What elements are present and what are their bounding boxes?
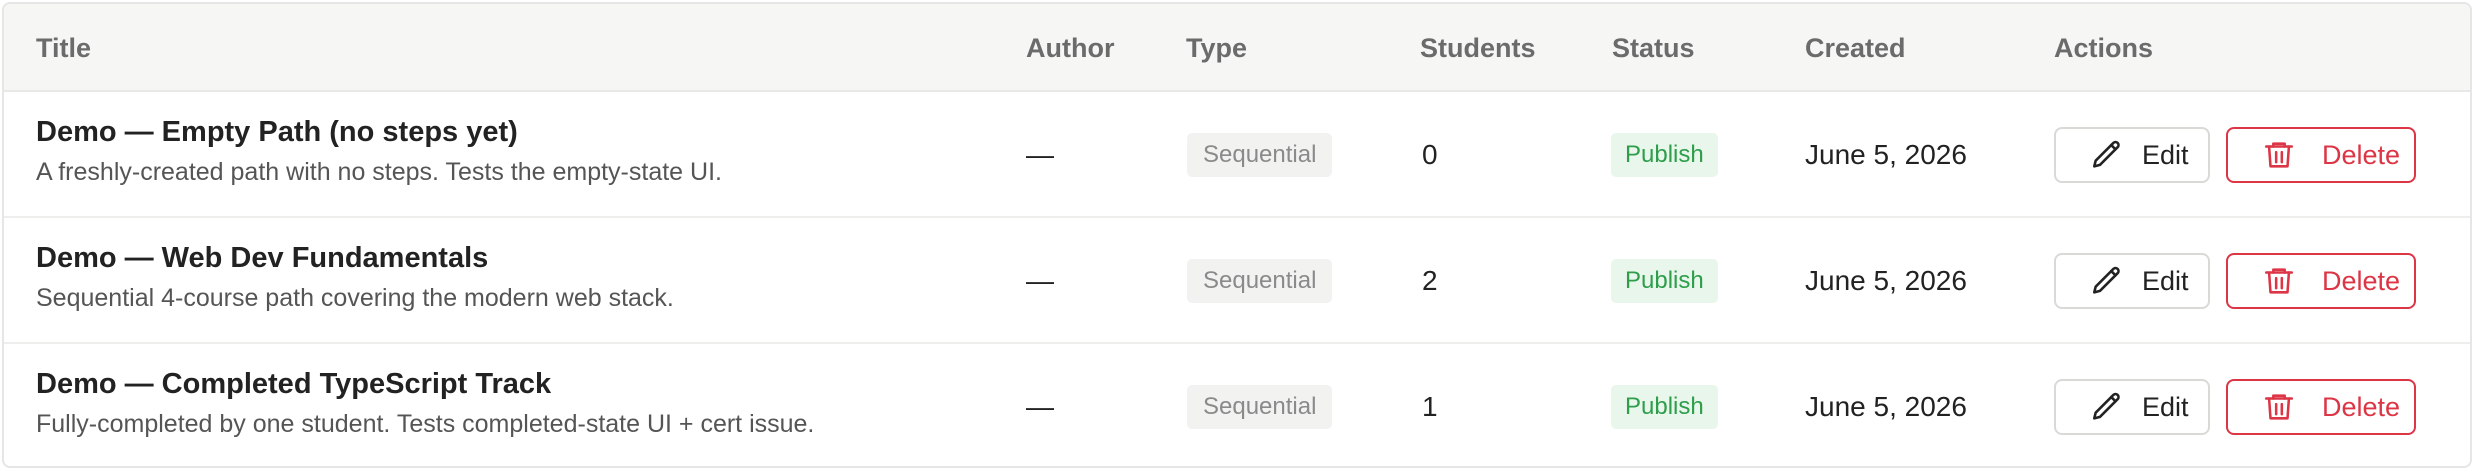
students-count: 2 xyxy=(1422,265,1438,296)
table-row: Demo — Empty Path (no steps yet) A fresh… xyxy=(4,92,2470,218)
trash-icon xyxy=(2262,390,2296,424)
delete-button[interactable]: Delete xyxy=(2226,253,2416,309)
column-header-created: Created xyxy=(1805,33,1906,63)
author-value: — xyxy=(1026,265,1054,296)
path-title[interactable]: Demo — Completed TypeScript Track xyxy=(36,368,551,401)
edit-button[interactable]: Edit xyxy=(2054,253,2210,309)
column-header-students: Students xyxy=(1420,33,1536,63)
type-badge: Sequential xyxy=(1187,385,1333,429)
pencil-icon xyxy=(2090,390,2124,424)
delete-button-label: Delete xyxy=(2322,391,2401,422)
created-date: June 5, 2026 xyxy=(1805,265,1967,296)
delete-button[interactable]: Delete xyxy=(2226,379,2416,435)
column-header-author: Author xyxy=(1026,33,1115,63)
status-badge: Publish xyxy=(1611,259,1718,303)
trash-icon xyxy=(2262,138,2296,172)
edit-button-label: Edit xyxy=(2142,391,2189,422)
trash-icon xyxy=(2262,264,2296,298)
type-badge: Sequential xyxy=(1187,259,1333,303)
status-badge: Publish xyxy=(1611,133,1718,177)
status-badge: Publish xyxy=(1611,385,1718,429)
table-row: Demo — Completed TypeScript Track Fully-… xyxy=(4,344,2470,466)
path-description: A freshly-created path with no steps. Te… xyxy=(36,158,722,186)
type-badge: Sequential xyxy=(1187,133,1333,177)
column-header-type: Type xyxy=(1186,33,1248,63)
delete-button-label: Delete xyxy=(2322,265,2401,296)
column-header-actions: Actions xyxy=(2054,33,2154,63)
path-description: Fully-completed by one student. Tests co… xyxy=(36,410,815,438)
path-title[interactable]: Demo — Empty Path (no steps yet) xyxy=(36,116,518,149)
paths-table: Title Author Type Students Status Create… xyxy=(2,2,2472,468)
table-row: Demo — Web Dev Fundamentals Sequential 4… xyxy=(4,218,2470,344)
created-date: June 5, 2026 xyxy=(1805,139,1967,170)
pencil-icon xyxy=(2090,138,2124,172)
created-date: June 5, 2026 xyxy=(1805,391,1967,422)
edit-button[interactable]: Edit xyxy=(2054,127,2210,183)
author-value: — xyxy=(1026,139,1054,170)
author-value: — xyxy=(1026,391,1054,422)
column-header-status: Status xyxy=(1612,33,1695,63)
delete-button-label: Delete xyxy=(2322,139,2401,170)
edit-button-label: Edit xyxy=(2142,139,2189,170)
pencil-icon xyxy=(2090,264,2124,298)
path-description: Sequential 4-course path covering the mo… xyxy=(36,284,674,312)
table-header: Title Author Type Students Status Create… xyxy=(4,4,2470,92)
delete-button[interactable]: Delete xyxy=(2226,127,2416,183)
path-title[interactable]: Demo — Web Dev Fundamentals xyxy=(36,242,488,275)
edit-button[interactable]: Edit xyxy=(2054,379,2210,435)
edit-button-label: Edit xyxy=(2142,265,2189,296)
column-header-title: Title xyxy=(36,33,92,63)
students-count: 1 xyxy=(1422,391,1438,422)
students-count: 0 xyxy=(1422,139,1438,170)
